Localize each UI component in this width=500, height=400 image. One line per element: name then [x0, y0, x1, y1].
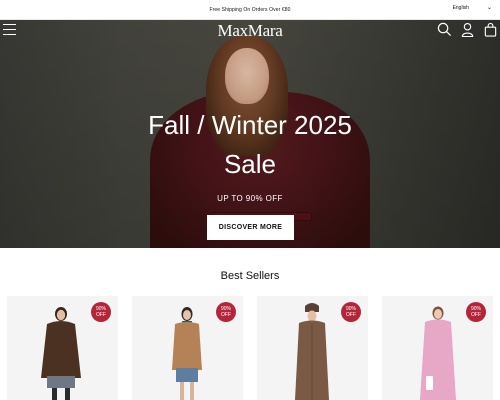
shipping-promo: Free Shipping On Orders Over €80	[209, 6, 291, 13]
hero-subtitle: UP TO 90% OFF	[217, 194, 283, 203]
language-selector[interactable]: English ⌄	[453, 5, 492, 11]
hero-title-line-1: Fall / Winter 2025	[148, 110, 352, 140]
brand-logo[interactable]: MaxMara	[0, 21, 500, 41]
discount-badge: 90% OFF	[341, 302, 361, 322]
product-card[interactable]: 90% OFF	[132, 296, 243, 400]
announcement-bar: Free Shipping On Orders Over €80 English…	[0, 0, 500, 20]
discount-badge: 90% OFF	[216, 302, 236, 322]
search-icon[interactable]	[437, 22, 452, 37]
coat-shape	[420, 319, 456, 400]
discover-more-button[interactable]: DISCOVER MORE	[207, 215, 294, 240]
skirt-shape	[47, 376, 75, 388]
skirt-shape	[176, 368, 198, 382]
coat-shape	[172, 322, 202, 370]
site-header: MaxMara	[0, 20, 500, 42]
page: Free Shipping On Orders Over €80 English…	[0, 0, 500, 400]
product-card[interactable]: 90% OFF	[7, 296, 118, 400]
product-card[interactable]: 90% OFF	[382, 296, 493, 400]
product-grid: 90% OFF 90% OFF 90% OFF 90% OFF	[7, 296, 493, 400]
bag-icon[interactable]	[483, 22, 498, 37]
discount-badge: 90% OFF	[91, 302, 111, 322]
discount-badge: 90% OFF	[466, 302, 486, 322]
language-label: English	[452, 5, 469, 11]
coat-shape	[41, 321, 81, 378]
account-icon[interactable]	[460, 22, 475, 37]
product-card[interactable]: 90% OFF	[257, 296, 368, 400]
chevron-down-icon: ⌄	[486, 5, 492, 11]
header-actions	[437, 22, 498, 37]
best-sellers-title: Best Sellers	[220, 270, 280, 282]
hero-title-line-2: Sale	[223, 149, 277, 179]
